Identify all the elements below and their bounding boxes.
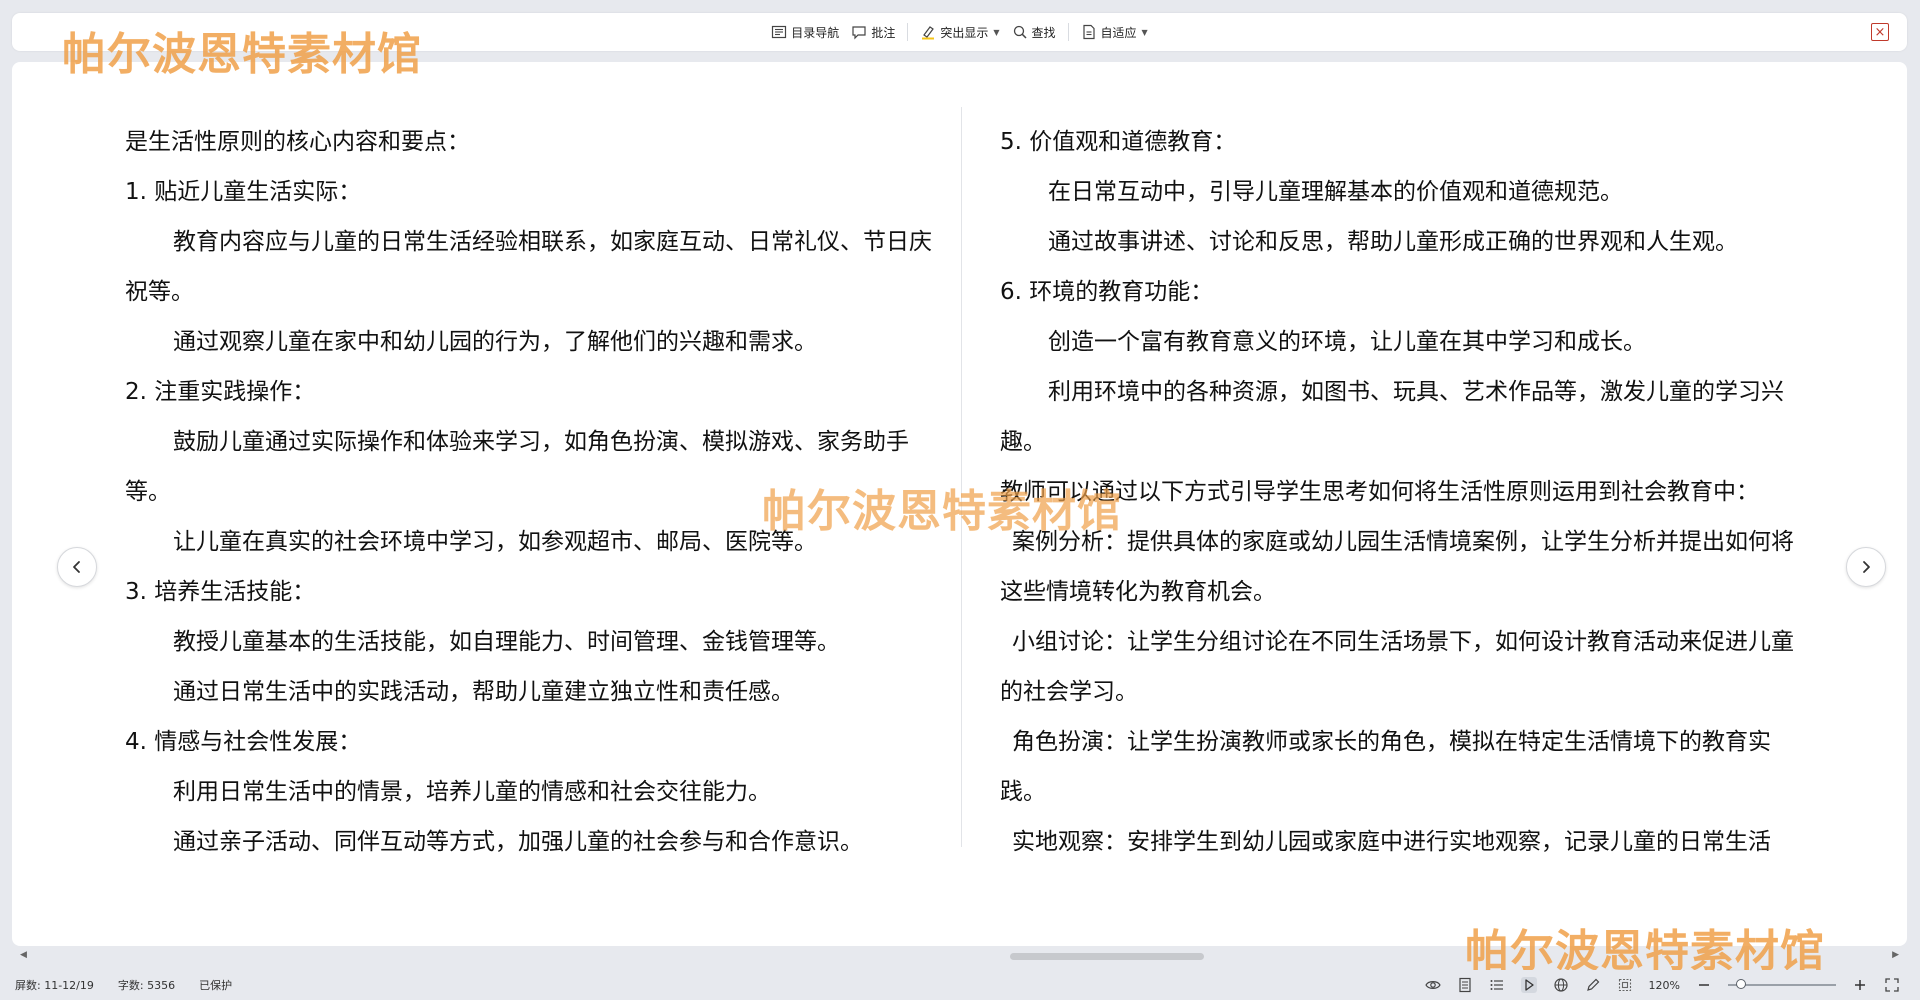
section-heading: 2. 注重实践操作：: [125, 379, 316, 405]
section-point: 教育内容应与儿童的日常生活经验相联系，如家庭互动、日常礼仪、节日庆祝等。: [125, 229, 932, 305]
eye-icon[interactable]: [1424, 977, 1441, 993]
document-viewport[interactable]: 是生活性原则的核心内容和要点： 1. 贴近儿童生活实际： 教育内容应与儿童的日常…: [12, 62, 1907, 946]
section-point: 让儿童在真实的社会环境中学习，如参观超市、邮局、医院等。: [173, 529, 817, 555]
section-heading: 4. 情感与社会性发展：: [125, 729, 362, 755]
section-point: 鼓励儿童通过实际操作和体验来学习，如角色扮演、模拟游戏、家务助手等。: [125, 429, 909, 505]
method-item: 小组讨论：让学生分组讨论在不同生活场景下，如何设计教育活动来促进儿童的社会学习。: [1000, 629, 1794, 705]
zoom-slider[interactable]: [1728, 979, 1836, 989]
section-point: 创造一个富有教育意义的环境，让儿童在其中学习和成长。: [1048, 329, 1646, 355]
view-controls: 120%: [1424, 970, 1900, 1000]
guide-intro: 教师可以通过以下方式引导学生思考如何将生活性原则运用到社会教育中：: [1000, 479, 1759, 505]
chevron-left-icon: [73, 561, 80, 573]
right-page: 5. 价值观和道德教育： 在日常互动中，引导儿童理解基本的价值观和道德规范。 通…: [1000, 117, 1808, 867]
highlighter-icon: [922, 26, 935, 40]
status-info: 屏数: 11-12/19 字数: 5356 已保护: [0, 977, 232, 993]
method-item: 案例分析：提供具体的家庭或幼儿园生活情境案例，让学生分析并提出如何将这些情境转化…: [1000, 529, 1794, 605]
play-icon[interactable]: [1520, 977, 1537, 993]
left-page: 是生活性原则的核心内容和要点： 1. 贴近儿童生活实际： 教育内容应与儿童的日常…: [125, 117, 933, 867]
fit-window-icon[interactable]: [1617, 977, 1633, 993]
method-item: 角色扮演：让学生扮演教师或家长的角色，模拟在特定生活情境下的教育实践。: [1000, 729, 1771, 805]
chevron-down-icon: ▼: [1141, 27, 1148, 37]
search-icon: [1013, 25, 1027, 39]
pen-icon[interactable]: [1585, 977, 1601, 993]
word-count[interactable]: 字数: 5356: [118, 977, 175, 993]
toolbar-button-group: 目录导航 批注 突出显示 ▼ 查找 自适应 ▼: [12, 13, 1907, 51]
section-point: 通过亲子活动、同伴互动等方式，加强儿童的社会参与和合作意识。: [173, 829, 863, 855]
fit-mode-button[interactable]: 自适应 ▼: [1075, 19, 1154, 45]
toc-nav-label: 目录导航: [791, 25, 840, 40]
section-heading: 3. 培养生活技能：: [125, 579, 316, 605]
minus-icon[interactable]: [1696, 977, 1712, 993]
section-point: 通过观察儿童在家中和幼儿园的行为，了解他们的兴趣和需求。: [173, 329, 817, 355]
section-point: 在日常互动中，引导儿童理解基本的价值观和道德规范。: [1048, 179, 1623, 205]
chevron-right-icon: [1863, 561, 1870, 573]
protection-status: 已保护: [199, 979, 233, 992]
section-point: 通过日常生活中的实践活动，帮助儿童建立独立性和责任感。: [173, 679, 794, 705]
globe-icon[interactable]: [1553, 977, 1569, 993]
fullscreen-icon[interactable]: [1884, 977, 1900, 993]
outline-view-icon[interactable]: [1489, 977, 1505, 993]
section-point: 通过故事讲述、讨论和反思，帮助儿童形成正确的世界观和人生观。: [1048, 229, 1738, 255]
section-point: 教授儿童基本的生活技能，如自理能力、时间管理、金钱管理等。: [173, 629, 840, 655]
comment-icon: [852, 26, 866, 40]
scroll-right-arrow-icon[interactable]: ▶: [1892, 950, 1899, 960]
zoom-slider-knob[interactable]: [1735, 979, 1746, 989]
horizontal-scrollbar[interactable]: ◀ ▶: [12, 948, 1907, 964]
toolbar-divider: [1067, 23, 1069, 41]
section-point: 利用环境中的各种资源，如图书、玩具、艺术作品等，激发儿童的学习兴趣。: [1000, 379, 1784, 455]
page-info: 屏数: 11-12/19: [15, 979, 94, 992]
method-item: 实地观察：安排学生到幼儿园或家庭中进行实地观察，记录儿童的日常生活: [1012, 829, 1771, 855]
fit-mode-label: 自适应: [1100, 25, 1137, 40]
page-fit-icon: [1082, 24, 1095, 40]
next-page-button[interactable]: [1846, 547, 1886, 587]
close-button[interactable]: ×: [1871, 23, 1889, 41]
scrollbar-thumb[interactable]: [1010, 953, 1204, 960]
find-button[interactable]: 查找: [1006, 19, 1062, 45]
find-label: 查找: [1031, 25, 1056, 40]
zoom-level[interactable]: 120%: [1649, 979, 1680, 992]
section-heading: 1. 贴近儿童生活实际：: [125, 179, 362, 205]
toc-nav-button[interactable]: 目录导航: [765, 19, 845, 45]
comment-label: 批注: [871, 25, 896, 40]
section-point: 利用日常生活中的情景，培养儿童的情感和社会交往能力。: [173, 779, 771, 805]
plus-icon[interactable]: [1852, 977, 1868, 993]
scroll-left-arrow-icon[interactable]: ◀: [20, 950, 27, 960]
highlight-label: 突出显示: [940, 25, 989, 40]
section-heading: 6. 环境的教育功能：: [1000, 279, 1214, 305]
toc-icon: [772, 25, 787, 39]
page-view-icon[interactable]: [1457, 977, 1473, 993]
reader-toolbar: 目录导航 批注 突出显示 ▼ 查找 自适应 ▼ ×: [12, 13, 1907, 51]
highlight-button[interactable]: 突出显示 ▼: [914, 19, 1005, 45]
toolbar-divider: [907, 23, 909, 41]
section-heading: 5. 价值观和道德教育：: [1000, 129, 1237, 155]
chevron-down-icon: ▼: [993, 27, 1000, 37]
status-bar: 屏数: 11-12/19 字数: 5356 已保护 120%: [0, 970, 1920, 1000]
comment-button[interactable]: 批注: [845, 19, 901, 45]
page-intro: 是生活性原则的核心内容和要点：: [125, 129, 470, 155]
page-divider: [961, 107, 962, 847]
previous-page-button[interactable]: [57, 547, 97, 587]
